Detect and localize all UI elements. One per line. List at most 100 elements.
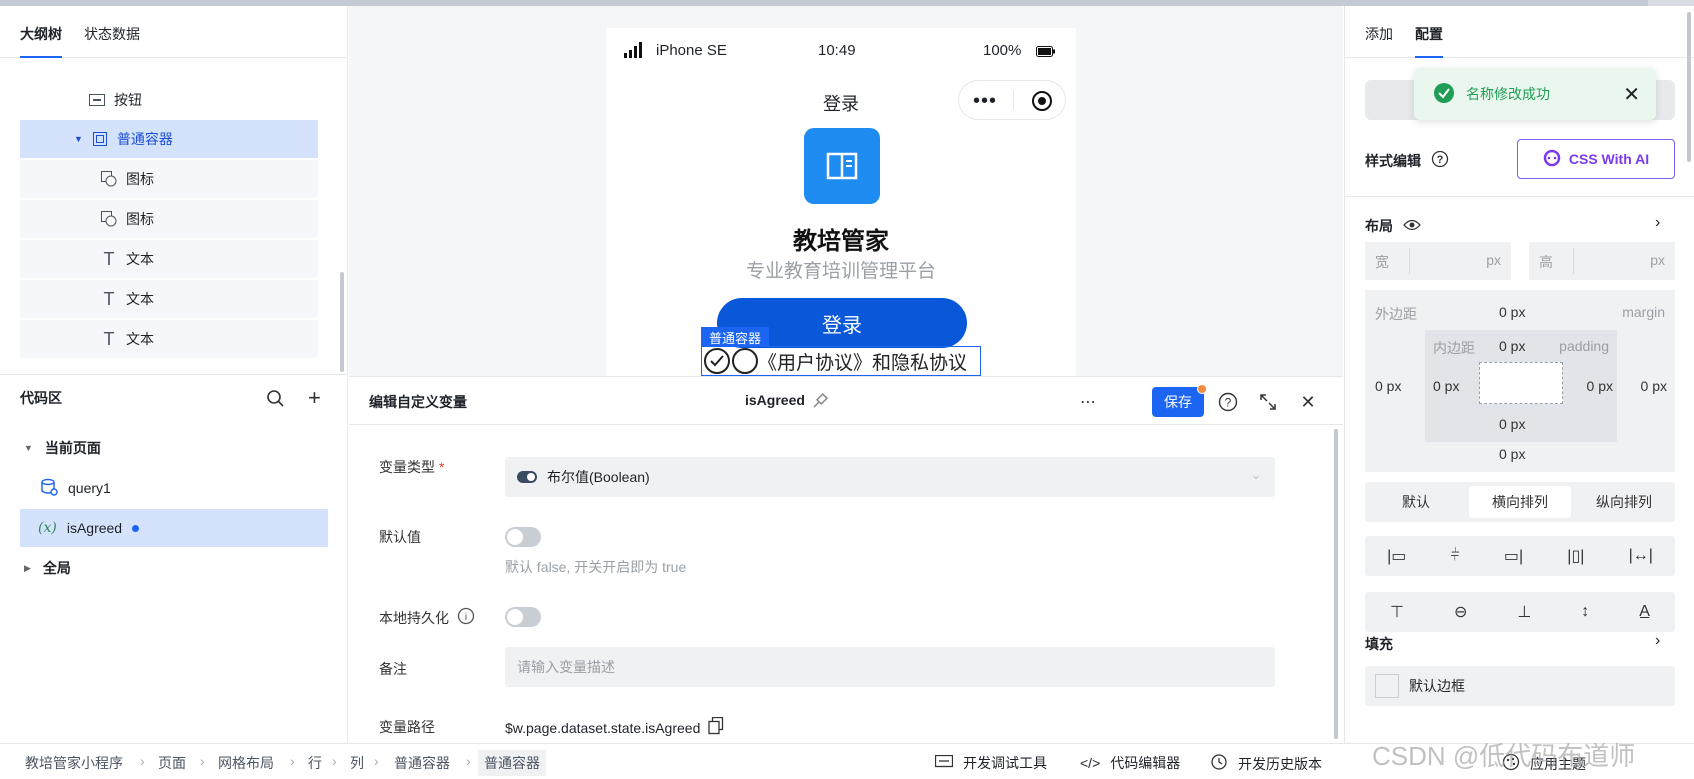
height-input[interactable]: 高 px [1529,242,1675,280]
note-input[interactable]: 请输入变量描述 [505,647,1275,687]
signal-icon [624,42,646,62]
padding-bottom-value[interactable]: 0 px [1499,416,1525,432]
code-item-label: isAgreed [66,520,123,536]
tab-state-data[interactable]: 状态数据 [84,24,140,44]
padding-en-label: padding [1559,338,1609,354]
tab-outline-tree[interactable]: 大纲树 [20,24,62,58]
direction-default[interactable]: 默认 [1365,492,1467,512]
close-icon[interactable]: ✕ [1297,391,1319,413]
align-top-icon[interactable]: ⊤ [1390,602,1404,622]
margin-left-value[interactable]: 0 px [1375,378,1401,394]
empty-circle-icon[interactable] [732,348,758,374]
global-group[interactable]: ▶ 全局 [20,549,328,587]
align-bottom-icon[interactable]: ⊥ [1517,602,1531,622]
tab-config[interactable]: 配置 [1415,24,1443,58]
box-model-editor[interactable]: 外边距 0 px margin 0 px 0 px 0 px 内边距 0 px … [1365,290,1675,472]
agreement-text[interactable]: 《用户协议》和隐私协议 [758,348,967,375]
caret-right-icon[interactable]: ▶ [24,563,31,574]
tree-item-label: 文本 [126,251,154,267]
more-dots-icon[interactable]: ••• [973,90,997,113]
more-icon[interactable]: ⋯ [1077,391,1099,413]
current-page-label: 当前页面 [44,440,101,456]
tree-item-text-2[interactable]: T 文本 [20,280,318,318]
direction-vertical[interactable]: 纵向排列 [1573,492,1675,512]
margin-bottom-value[interactable]: 0 px [1499,446,1525,462]
agreement-container[interactable]: 《用户协议》和隐私协议 [701,346,981,376]
expand-icon[interactable] [1257,391,1279,413]
align-right-icon[interactable]: ▭| [1504,546,1523,566]
add-icon[interactable]: + [308,385,321,411]
chevron-right-icon[interactable]: › [1655,214,1660,232]
space-between-icon[interactable]: |▯| [1567,546,1584,566]
space-around-icon[interactable]: |↔| [1629,547,1653,565]
right-scrollbar[interactable] [1687,12,1691,162]
chevron-right-icon[interactable]: › [1655,632,1660,650]
editor-scrollbar[interactable] [1334,429,1338,739]
code-item-query1[interactable]: query1 [20,469,328,507]
unsaved-dot [132,524,140,532]
default-border-row[interactable]: 默认边框 [1365,666,1675,706]
breadcrumb-item[interactable]: 普通容器 [394,753,450,773]
device-name: iPhone SE [656,42,727,59]
tree-item-container[interactable]: ▼ 普通容器 [20,120,318,158]
margin-right-value[interactable]: 0 px [1641,378,1667,394]
app-subtitle: 专业教育培训管理平台 [745,261,936,282]
miniprogram-capsule[interactable]: ••• [958,80,1066,120]
breadcrumb-item[interactable]: 教培管家小程序 [25,753,123,773]
breadcrumb-item[interactable]: 网格布局 [218,753,274,773]
close-capsule-icon[interactable] [1031,90,1053,115]
help-icon[interactable]: ? [1217,391,1239,413]
pin-icon[interactable] [811,392,829,413]
breadcrumb-item[interactable]: 列 [350,753,364,773]
debug-tools-button[interactable]: 开发调试工具 [934,753,1047,773]
layout-title: 布局 [1365,216,1421,236]
tree-item-button[interactable]: 按钮 [20,81,318,119]
align-middle-icon[interactable]: ⊖ [1454,602,1467,622]
check-circle-icon[interactable] [704,348,730,374]
save-button[interactable]: 保存 [1152,384,1207,417]
tree-item-label: 图标 [126,171,154,187]
info-icon[interactable]: i [457,607,475,628]
tree-item-icon-1[interactable]: 图标 [20,160,318,198]
book-icon [826,152,858,180]
copy-icon[interactable] [708,716,724,738]
icon-component-icon [100,210,118,228]
search-icon[interactable] [266,389,284,410]
code-item-isagreed[interactable]: (𝑥) isAgreed [20,509,328,547]
align-baseline-icon[interactable]: A̲ [1639,603,1650,621]
caret-down-icon[interactable]: ▼ [24,443,33,453]
left-panel: 大纲树 状态数据 按钮 ▼ 普通容器 图标 图标 T 文本 T 文本 T 文本 … [0,6,348,743]
caret-down-icon[interactable]: ▼ [74,134,83,144]
close-toast-icon[interactable]: ✕ [1623,82,1640,107]
history-version-button[interactable]: 开发历史版本 [1210,753,1322,774]
align-left-icon[interactable]: |▭ [1387,546,1406,566]
css-with-ai-button[interactable]: CSS With AI [1517,139,1675,179]
margin-top-value[interactable]: 0 px [1499,304,1525,320]
tab-add[interactable]: 添加 [1365,24,1393,44]
persist-toggle[interactable] [505,607,541,627]
eye-icon[interactable] [1403,218,1421,234]
direction-horizontal[interactable]: 横向排列 [1469,486,1571,518]
breadcrumb-current[interactable]: 普通容器 [478,750,546,776]
svg-text:?: ? [1437,154,1444,166]
tree-item-icon-2[interactable]: 图标 [20,200,318,238]
align-center-icon[interactable]: ⫩ [1451,547,1460,565]
app-logo [804,128,880,204]
help-icon[interactable]: ? [1431,150,1449,171]
breadcrumb-item[interactable]: 页面 [158,753,186,773]
current-page-group[interactable]: ▼ 当前页面 [20,429,328,467]
type-select[interactable]: 布尔值(Boolean) ⌄ [505,457,1275,497]
default-value-toggle[interactable] [505,527,541,547]
path-label: 变量路径 [379,719,435,735]
padding-left-value[interactable]: 0 px [1433,378,1459,394]
breadcrumb-item[interactable]: 行 [308,753,322,773]
padding-top-value[interactable]: 0 px [1499,338,1525,354]
padding-right-value[interactable]: 0 px [1587,378,1613,394]
tree-item-text-1[interactable]: T 文本 [20,240,318,278]
width-input[interactable]: 宽 px [1365,242,1511,280]
tree-item-text-3[interactable]: T 文本 [20,320,318,358]
vertical-space-icon[interactable]: ↕ [1581,603,1589,621]
monitor-icon [934,754,954,772]
tree-scrollbar[interactable] [340,272,344,372]
code-editor-button[interactable]: </> 代码编辑器 [1080,753,1180,773]
